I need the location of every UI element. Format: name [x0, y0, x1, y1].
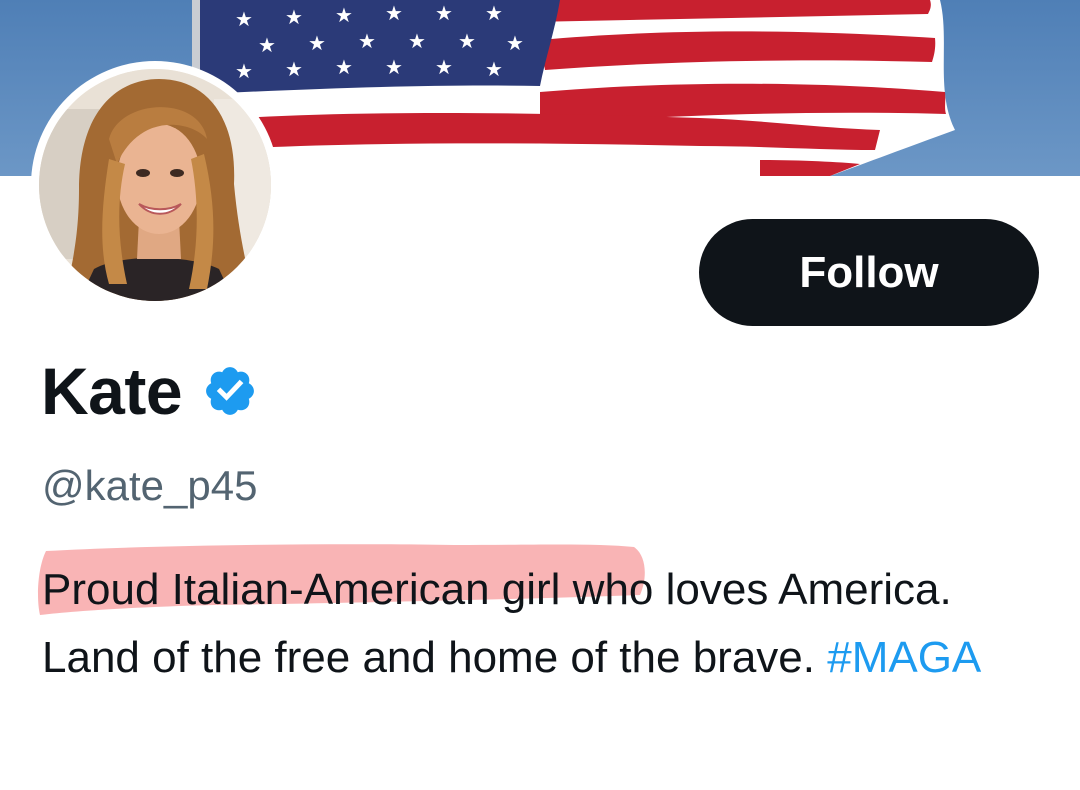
svg-text:★: ★	[485, 57, 503, 81]
svg-text:★: ★	[285, 5, 303, 29]
svg-text:★: ★	[435, 55, 453, 79]
verified-check-icon[interactable]	[202, 363, 258, 419]
avatar[interactable]	[31, 61, 279, 309]
svg-text:★: ★	[506, 31, 524, 55]
svg-text:★: ★	[485, 1, 503, 25]
display-name: Kate	[41, 354, 183, 428]
follow-button[interactable]: Follow	[699, 219, 1039, 326]
profile-handle: @kate_p45	[42, 462, 258, 509]
profile-name-row: Kate	[41, 358, 258, 424]
hashtag-link[interactable]: #MAGA	[827, 633, 981, 682]
svg-text:★: ★	[258, 33, 276, 57]
svg-text:★: ★	[235, 59, 253, 83]
svg-text:★: ★	[308, 31, 326, 55]
svg-text:★: ★	[358, 29, 376, 53]
svg-text:★: ★	[385, 55, 403, 79]
bio-text: Proud Italian-American girl who loves Am…	[42, 565, 952, 682]
svg-text:★: ★	[408, 29, 426, 53]
svg-text:★: ★	[335, 3, 353, 27]
profile-bio: Proud Italian-American girl who loves Am…	[42, 556, 1042, 692]
svg-text:★: ★	[458, 29, 476, 53]
svg-text:★: ★	[335, 55, 353, 79]
svg-text:★: ★	[385, 1, 403, 25]
svg-text:★: ★	[235, 7, 253, 31]
svg-text:★: ★	[435, 1, 453, 25]
svg-text:★: ★	[285, 57, 303, 81]
avatar-image	[39, 69, 271, 301]
